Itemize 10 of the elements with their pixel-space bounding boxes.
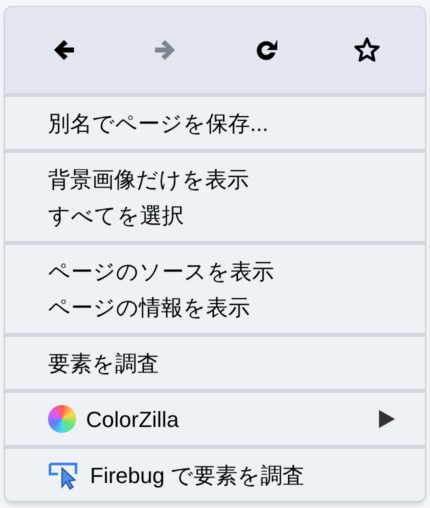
menu-item[interactable]: 背景画像だけを表示 <box>5 161 425 197</box>
menu-item[interactable]: ColorZilla <box>5 401 425 437</box>
menu-item[interactable]: ページのソースを表示 <box>5 253 425 289</box>
color-wheel-icon <box>48 405 76 433</box>
menu-item[interactable]: 別名でページを保存... <box>5 105 425 141</box>
menu-item[interactable]: 要素を調査 <box>5 345 425 381</box>
inspect-cursor-icon <box>48 460 80 490</box>
menu-item[interactable]: すべてを選択 <box>5 197 425 233</box>
menu-item[interactable]: ページの情報を表示 <box>5 289 425 325</box>
menu-item[interactable]: Firebug で要素を調査 <box>5 457 425 493</box>
